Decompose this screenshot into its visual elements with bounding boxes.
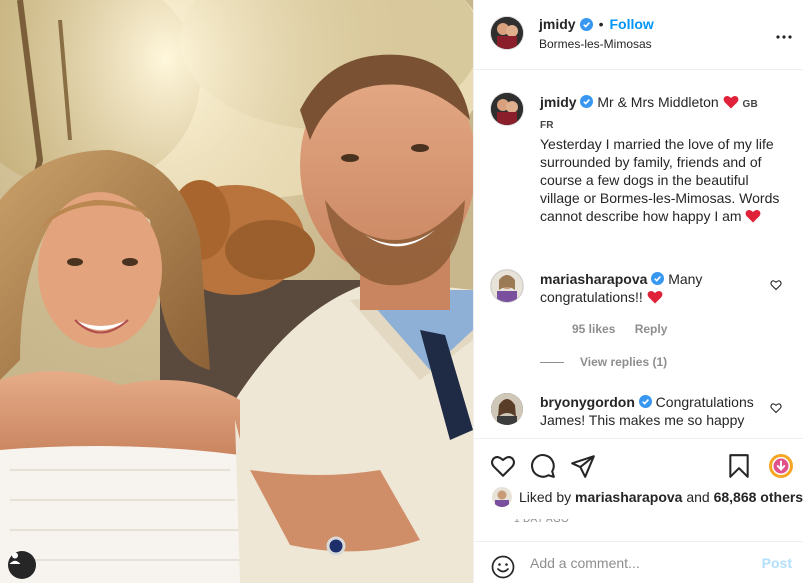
save-button[interactable] (726, 453, 752, 479)
post-caption: jmidy Mr & Mrs Middleton GB FR Yesterday… (540, 93, 790, 225)
flag-gb-emoji: GB (742, 99, 758, 110)
emoji-button[interactable] (491, 555, 515, 582)
likes-summary: Liked by mariasharapova and 68,868 other… (474, 486, 803, 510)
view-replies-button[interactable]: View replies (1) (540, 355, 667, 369)
verified-icon (638, 395, 652, 408)
caption-author-avatar[interactable] (491, 93, 523, 125)
likes-and-label: and (686, 489, 710, 505)
caption-title: Mr & Mrs Middleton (597, 94, 719, 110)
heart-outline-icon (770, 403, 782, 414)
user-tag-icon (9, 552, 21, 564)
commenter-avatar-image (491, 270, 523, 302)
comment-item: bryonygordon Congratulations James! This… (540, 393, 770, 429)
more-horizontal-icon (776, 35, 792, 39)
red-heart-emoji-icon (647, 290, 663, 304)
commenter-avatar[interactable] (491, 270, 523, 302)
location-link[interactable]: Bormes-les-Mimosas (539, 37, 652, 51)
separator-dot: • (598, 16, 604, 32)
commenter-avatar-image (491, 393, 523, 425)
liker-username[interactable]: mariasharapova (575, 489, 682, 505)
comment-input[interactable] (530, 552, 740, 574)
post-comment-button[interactable]: Post (762, 555, 792, 571)
more-options-button[interactable] (776, 26, 792, 42)
post-timestamp[interactable]: 1 DAY AGO (514, 519, 569, 525)
share-button[interactable] (570, 453, 596, 479)
liker-avatar-image (492, 487, 512, 507)
comment-likes-count[interactable]: 95 likes (572, 322, 615, 336)
commenter-avatar[interactable] (491, 393, 523, 425)
view-replies-label: View replies (1) (580, 355, 668, 369)
caption-avatar-image (491, 93, 523, 125)
heart-outline-icon (770, 280, 782, 291)
heart-icon (491, 456, 515, 477)
add-comment-bar: Post (474, 541, 803, 583)
follow-button[interactable]: Follow (609, 16, 653, 32)
bookmark-icon (729, 454, 749, 478)
comment-like-button[interactable] (770, 401, 782, 417)
post-actions-bar (474, 438, 803, 493)
liker-avatar[interactable] (492, 487, 512, 507)
post-photo[interactable] (0, 0, 473, 583)
share-icon (571, 455, 595, 478)
comment-like-button[interactable] (770, 278, 782, 294)
likes-others-count[interactable]: 68,868 others (714, 489, 803, 505)
red-heart-emoji-icon (745, 209, 761, 223)
like-button[interactable] (490, 453, 516, 479)
download-extension-button[interactable] (768, 453, 794, 479)
comment-item: mariasharapova Many congratulations!! (540, 270, 760, 306)
red-heart-emoji-icon (723, 95, 739, 109)
download-icon (769, 454, 793, 478)
post-details-panel: jmidy • Follow Bormes-les-Mimosas jmidy (473, 0, 803, 583)
verified-icon (580, 95, 594, 108)
author-avatar-image (491, 17, 523, 49)
liked-by-label: Liked by (519, 489, 572, 505)
comment-username[interactable]: mariasharapova (540, 271, 647, 287)
author-avatar[interactable] (491, 17, 523, 49)
verified-icon (579, 17, 593, 31)
caption-username[interactable]: jmidy (540, 94, 577, 110)
wedding-photo-illustration (0, 0, 473, 583)
reply-button[interactable]: Reply (635, 322, 668, 336)
flag-fr-emoji: FR (540, 120, 554, 131)
comment-meta: 95 likes Reply (572, 322, 683, 336)
post-header: jmidy • Follow Bormes-les-Mimosas (474, 0, 803, 70)
user-tag-button[interactable] (8, 551, 36, 579)
comment-username[interactable]: bryonygordon (540, 394, 635, 410)
author-username[interactable]: jmidy (539, 16, 576, 32)
likes-text: Liked by mariasharapova and 68,868 other… (519, 489, 803, 505)
comment-button[interactable] (530, 453, 556, 479)
verified-icon (651, 272, 665, 285)
emoji-icon (491, 555, 515, 579)
comments-list[interactable]: jmidy Mr & Mrs Middleton GB FR Yesterday… (474, 71, 803, 438)
caption-text: Yesterday I married the love of my life … (540, 136, 780, 224)
replies-divider-line (540, 361, 564, 363)
comment-icon (531, 454, 555, 478)
